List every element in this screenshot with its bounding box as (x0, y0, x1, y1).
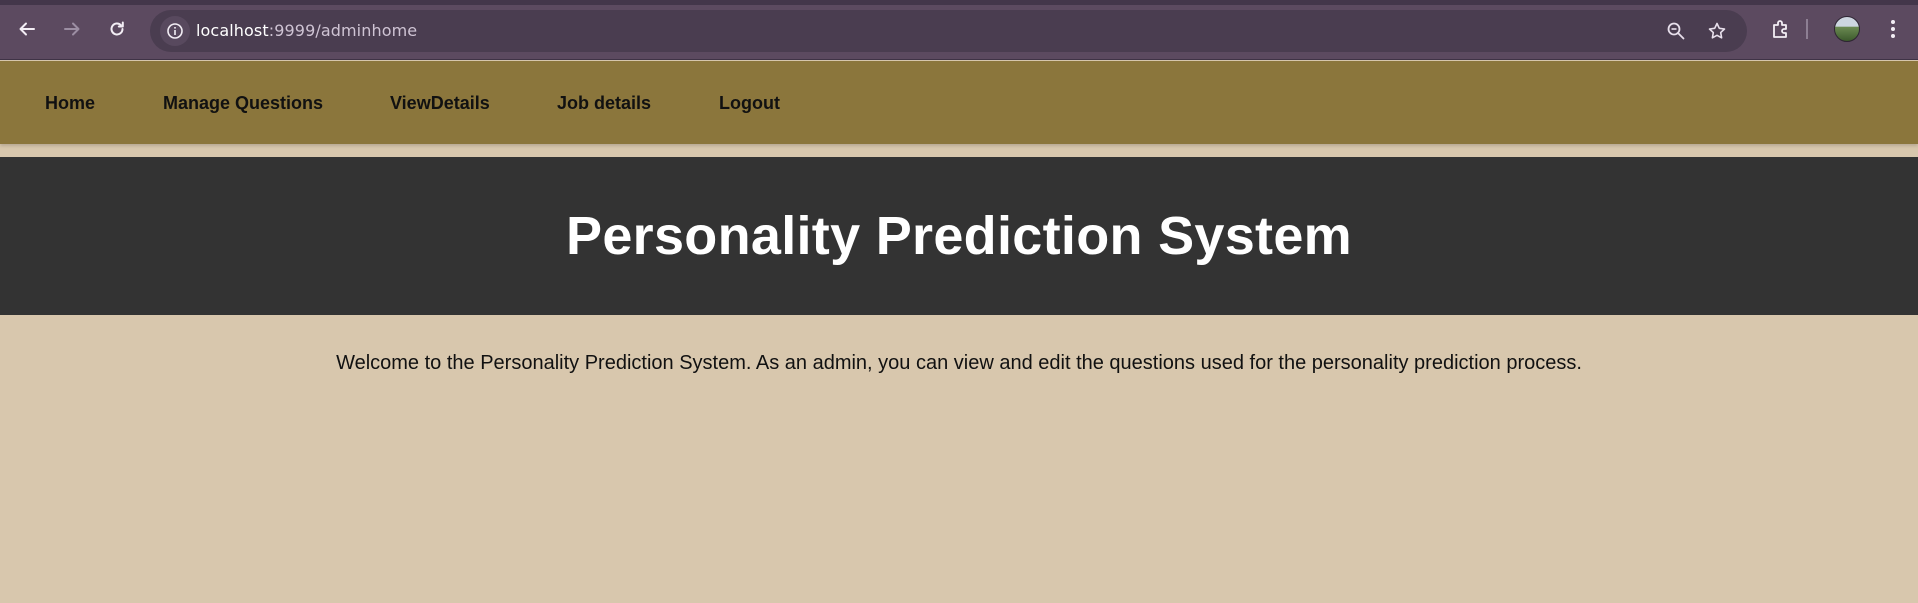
forward-arrow-icon[interactable] (57, 14, 87, 44)
nav-link-view-details[interactable]: ViewDetails (390, 93, 490, 114)
toolbar-divider (1806, 14, 1808, 44)
zoom-out-icon[interactable] (1664, 19, 1688, 43)
url-text[interactable]: localhost:9999/adminhome (196, 21, 417, 40)
browser-toolbar: localhost:9999/adminhome (0, 0, 1918, 60)
back-arrow-icon[interactable] (12, 14, 42, 44)
nav-link-manage-questions[interactable]: Manage Questions (163, 93, 323, 114)
bookmark-star-icon[interactable] (1705, 19, 1729, 43)
nav-link-logout[interactable]: Logout (719, 93, 780, 114)
nav-link-home[interactable]: Home (45, 93, 95, 114)
address-bar[interactable]: localhost:9999/adminhome (150, 10, 1747, 52)
site-navbar: Home Manage Questions ViewDetails Job de… (0, 61, 1918, 144)
kebab-menu-icon[interactable] (1878, 14, 1908, 44)
tab-strip-edge (0, 0, 1918, 5)
welcome-message: Welcome to the Personality Prediction Sy… (336, 352, 1582, 374)
extensions-icon[interactable] (1766, 14, 1796, 44)
header-banner: Personality Prediction System (0, 157, 1918, 315)
reload-icon[interactable] (102, 14, 132, 44)
profile-avatar[interactable] (1832, 14, 1862, 44)
url-host: localhost (196, 21, 269, 40)
url-path: :9999/adminhome (268, 21, 418, 40)
site-info-icon[interactable] (160, 16, 190, 46)
nav-link-job-details[interactable]: Job details (557, 93, 651, 114)
page-title: Personality Prediction System (566, 206, 1352, 266)
